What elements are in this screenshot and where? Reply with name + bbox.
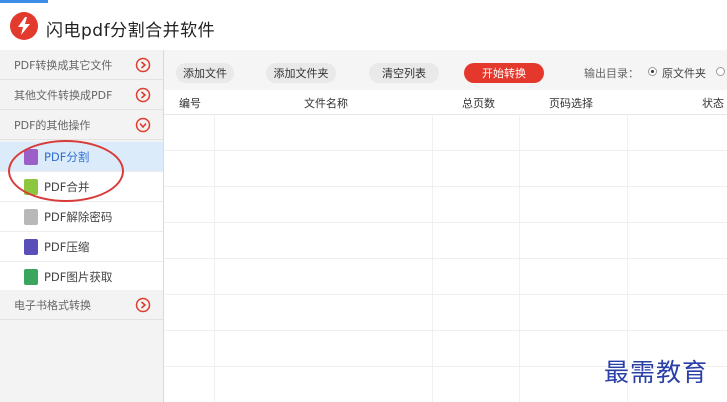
original-folder-radio[interactable] (648, 67, 657, 76)
category-label: PDF转换成其它文件 (14, 59, 113, 72)
chevron-right-circle-icon (135, 297, 151, 313)
custom-folder-radio[interactable] (716, 67, 725, 76)
grid-line (164, 330, 727, 331)
clear-list-button[interactable]: 清空列表 (369, 63, 439, 83)
column-header-total-pages: 总页数 (462, 97, 495, 110)
add-folder-button[interactable]: 添加文件夹 (266, 63, 336, 83)
grid-line (164, 294, 727, 295)
category-pdf-other-ops[interactable]: PDF的其他操作 (0, 110, 163, 140)
chevron-right-circle-icon (135, 57, 151, 73)
column-header-filename: 文件名称 (304, 97, 348, 110)
sidebar-item-pdf-compress[interactable]: PDF压缩 (0, 232, 163, 262)
column-header-status: 状态 (702, 97, 724, 110)
annotation-circle (8, 140, 124, 202)
start-convert-button[interactable]: 开始转换 (464, 63, 544, 83)
file-table-header: 编号 文件名称 总页数 页码选择 状态 (164, 90, 727, 115)
watermark: 最需教育 (604, 358, 709, 387)
category-pdf-to-other[interactable]: PDF转换成其它文件 (0, 50, 163, 80)
add-file-button[interactable]: 添加文件 (176, 63, 234, 83)
chevron-right-circle-icon (135, 87, 151, 103)
image-extract-icon (24, 269, 38, 285)
sidebar-item-label: PDF解除密码 (44, 210, 113, 224)
original-folder-label: 原文件夹 (662, 67, 706, 80)
grid-line (164, 186, 727, 187)
category-ebook-convert[interactable]: 电子书格式转换 (0, 290, 163, 320)
grid-line (164, 150, 727, 151)
grid-line (164, 222, 727, 223)
sidebar-item-label: PDF压缩 (44, 240, 90, 254)
sidebar: PDF转换成其它文件 其他文件转换成PDF PDF的其他操作 PDF分割 PDF… (0, 50, 164, 402)
category-label: PDF的其他操作 (14, 119, 91, 132)
output-dir-label: 输出目录： (584, 67, 639, 80)
compress-icon (24, 239, 38, 255)
sidebar-item-pdf-unlock[interactable]: PDF解除密码 (0, 202, 163, 232)
grid-line (164, 258, 727, 259)
unlock-icon (24, 209, 38, 225)
column-header-page-select: 页码选择 (549, 97, 593, 110)
title-bar: 闪电pdf分割合并软件 (0, 3, 727, 43)
toolbar: 添加文件 添加文件夹 清空列表 开始转换 输出目录： 原文件夹 (164, 50, 727, 90)
category-other-to-pdf[interactable]: 其他文件转换成PDF (0, 80, 163, 110)
column-header-number: 编号 (179, 97, 201, 110)
lightning-logo-icon (10, 12, 38, 40)
category-label: 其他文件转换成PDF (14, 89, 113, 102)
category-label: 电子书格式转换 (14, 299, 91, 312)
sidebar-item-label: PDF图片获取 (44, 270, 113, 284)
app-title: 闪电pdf分割合并软件 (46, 21, 216, 41)
sidebar-item-pdf-image-extract[interactable]: PDF图片获取 (0, 262, 163, 292)
chevron-down-circle-icon (135, 117, 151, 133)
